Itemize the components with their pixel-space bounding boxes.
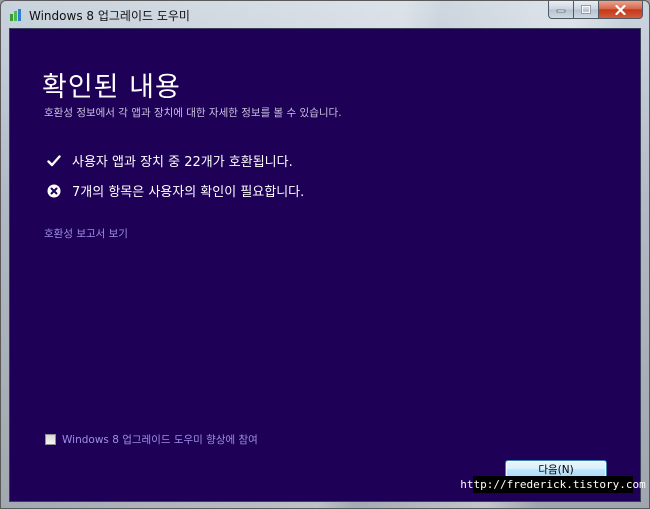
title-bar[interactable]: Windows 8 업그레이드 도우미	[1, 1, 649, 27]
view-compatibility-report-link[interactable]: 호환성 보고서 보기	[44, 226, 128, 241]
watermark-url: http://frederick.tistory.com	[460, 476, 646, 493]
minimize-icon	[556, 9, 566, 12]
result-attention-row: 7개의 항목은 사용자의 확인이 필요합니다.	[46, 181, 304, 200]
maximize-button[interactable]	[574, 1, 599, 19]
window-title: Windows 8 업그레이드 도우미	[29, 9, 190, 23]
participate-label[interactable]: Windows 8 업그레이드 도우미 향상에 참여	[62, 432, 258, 447]
error-x-icon	[46, 183, 62, 199]
close-icon	[615, 4, 626, 15]
upgrade-assistant-app-icon	[9, 7, 23, 21]
result-compatible-text: 사용자 앱과 장치 중 22개가 호환됩니다.	[72, 155, 293, 170]
window-controls	[548, 1, 643, 19]
upgrade-assistant-window: Windows 8 업그레이드 도우미 확인된 내용 호환성 정보에서 각 앱과…	[0, 0, 650, 509]
page-title: 확인된 내용	[42, 72, 181, 103]
minimize-button[interactable]	[548, 1, 574, 19]
page-subtitle: 호환성 정보에서 각 앱과 장치에 대한 자세한 정보를 볼 수 있습니다.	[44, 107, 342, 119]
participate-option[interactable]: Windows 8 업그레이드 도우미 향상에 참여	[45, 432, 258, 447]
close-button[interactable]	[599, 1, 643, 19]
participate-checkbox[interactable]	[45, 434, 56, 445]
check-icon	[46, 153, 62, 169]
content-panel: 확인된 내용 호환성 정보에서 각 앱과 장치에 대한 자세한 정보를 볼 수 …	[9, 28, 641, 502]
maximize-icon	[581, 5, 591, 14]
result-compatible-row: 사용자 앱과 장치 중 22개가 호환됩니다.	[46, 151, 293, 170]
result-attention-text: 7개의 항목은 사용자의 확인이 필요합니다.	[72, 185, 305, 200]
